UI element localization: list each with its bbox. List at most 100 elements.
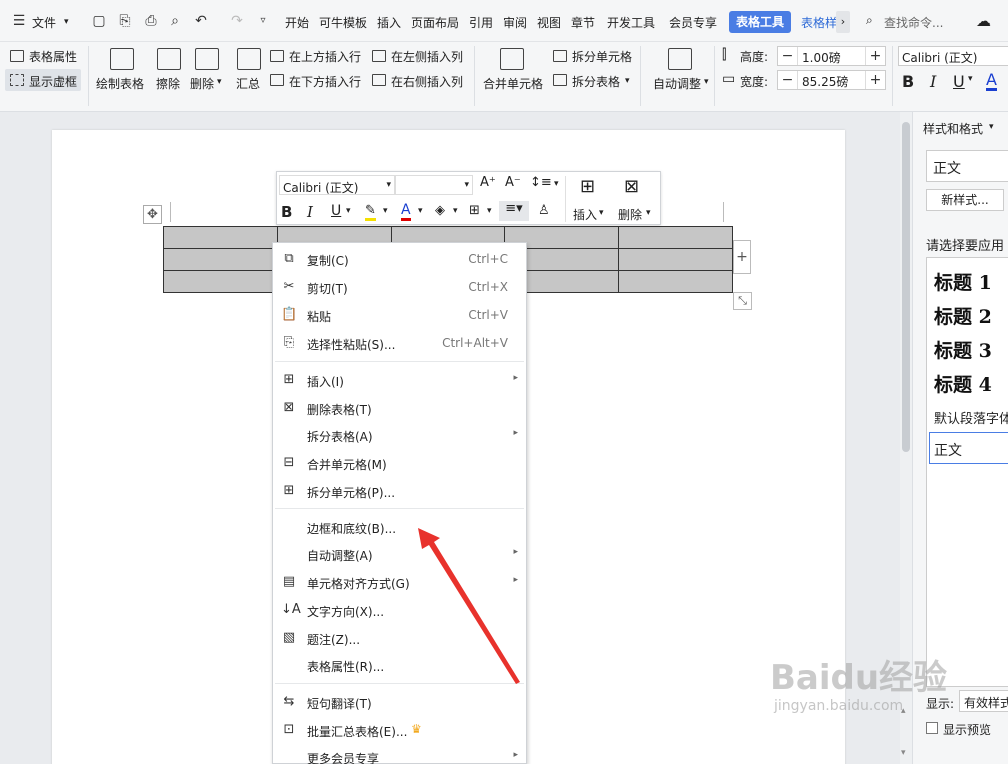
tab-review[interactable]: 审阅 — [503, 14, 527, 31]
menu-item-copy[interactable]: ⧉ 复制(C) Ctrl+C — [273, 245, 526, 273]
file-menu[interactable]: 文件 — [32, 14, 56, 31]
font-value[interactable]: Calibri (正文) — [902, 49, 977, 66]
insert-col-left-button[interactable]: 在左侧插入列 — [391, 48, 463, 65]
bold-button[interactable]: B — [902, 72, 914, 91]
chevron-down-icon[interactable]: ▾ — [625, 76, 630, 86]
menu-item-more-member[interactable]: 更多会员专享 ▸ — [273, 743, 526, 764]
minus-icon[interactable]: − — [778, 71, 798, 89]
style-default-font[interactable]: 默认段落字体 — [934, 408, 1008, 427]
insert-row-below-button[interactable]: 在下方插入行 — [289, 73, 361, 90]
print-preview-icon[interactable]: ⌕ — [166, 12, 184, 30]
mini-insert-button[interactable]: 插入 — [573, 206, 597, 223]
tab-home[interactable]: 开始 — [285, 14, 309, 31]
tab-layout[interactable]: 页面布局 — [411, 14, 459, 31]
chevron-right-icon[interactable]: › — [836, 11, 850, 33]
tab-developer[interactable]: 开发工具 — [607, 14, 655, 31]
chevron-down-icon[interactable]: ▾ — [453, 206, 458, 216]
chevron-down-icon[interactable]: ▾ — [346, 206, 351, 216]
search-command[interactable]: 查找命令... — [884, 14, 943, 31]
delete-button[interactable]: 删除 — [190, 75, 214, 92]
underline-icon[interactable]: U — [331, 203, 341, 219]
export-icon[interactable]: ⎘ — [116, 12, 134, 30]
chevron-down-icon[interactable]: ▾ — [554, 179, 559, 189]
insert-row-above-button[interactable]: 在上方插入行 — [289, 48, 361, 65]
height-stepper[interactable]: − 1.00磅 + — [777, 46, 886, 66]
mini-size-select[interactable]: ▾ — [395, 175, 473, 195]
chevron-down-icon[interactable]: ▾ — [989, 122, 994, 132]
tab-member[interactable]: 会员专享 — [669, 14, 717, 31]
menu-item-translate[interactable]: ⇆ 短句翻译(T) — [273, 688, 526, 716]
table-cell[interactable] — [163, 270, 278, 293]
tab-insert[interactable]: 插入 — [377, 14, 401, 31]
tab-section[interactable]: 章节 — [571, 14, 595, 31]
save-icon[interactable]: ▢ — [90, 12, 108, 30]
menu-item-split-cells[interactable]: ⊞ 拆分单元格(P)... — [273, 477, 526, 505]
style-heading-1[interactable]: 标题 1 — [934, 268, 992, 295]
chevron-down-icon[interactable]: ▾ — [464, 180, 469, 190]
table-cell[interactable] — [618, 248, 733, 271]
grow-font-icon[interactable]: A⁺ — [480, 175, 496, 190]
menu-item-delete-table[interactable]: ⊠ 删除表格(T) — [273, 394, 526, 422]
line-spacing-icon[interactable]: ↕≡ — [530, 175, 552, 190]
align-icon[interactable]: ≡▾ — [499, 201, 529, 221]
table-cell[interactable] — [163, 226, 278, 249]
delete-table-icon[interactable]: ⊠ — [624, 176, 639, 197]
underline-button[interactable]: U — [953, 72, 965, 91]
tab-table-style[interactable]: 表格样 — [801, 14, 837, 31]
shading-icon[interactable]: ◈ — [435, 203, 445, 218]
style-heading-4[interactable]: 标题 4 — [934, 370, 992, 397]
undo-icon[interactable]: ↶ — [192, 12, 210, 30]
chevron-down-icon[interactable]: ▾ — [386, 180, 391, 190]
table-props-button[interactable]: 表格属性 — [29, 48, 77, 65]
chevron-down-icon[interactable]: ▾ — [599, 208, 604, 218]
print-icon[interactable]: ⎙ — [142, 12, 160, 30]
menu-item-insert[interactable]: ⊞ 插入(I) ▸ — [273, 366, 526, 394]
table-cell[interactable] — [618, 226, 733, 249]
hamburger-icon[interactable]: ☰ — [10, 12, 28, 30]
format-painter-icon[interactable]: ♙ — [538, 203, 550, 218]
highlight-icon[interactable]: ✎ — [365, 203, 376, 221]
summary-button[interactable]: 汇总 — [236, 75, 260, 92]
font-color-icon[interactable]: A — [401, 203, 411, 221]
shrink-font-icon[interactable]: A⁻ — [505, 175, 521, 190]
italic-button[interactable]: I — [930, 72, 936, 91]
table-cell[interactable] — [163, 248, 278, 271]
redo-icon[interactable]: ↷ — [228, 12, 246, 30]
split-table-button[interactable]: 拆分表格 — [572, 73, 620, 90]
table-cell[interactable] — [618, 270, 733, 293]
chevron-down-icon[interactable]: ▾ — [901, 748, 906, 758]
mini-font-value[interactable]: Calibri (正文) — [283, 179, 358, 196]
menu-item-paste-special[interactable]: ⎘ 选择性粘贴(S)... Ctrl+Alt+V — [273, 329, 526, 357]
chevron-down-icon[interactable]: ▾ — [383, 206, 388, 216]
bold-icon[interactable]: B — [281, 203, 292, 221]
tab-template[interactable]: 可牛模板 — [319, 14, 367, 31]
chevron-down-icon[interactable]: ▾ — [968, 74, 973, 84]
mini-delete-button[interactable]: 删除 — [618, 206, 642, 223]
menu-item-paste[interactable]: 📋 粘贴 Ctrl+V — [273, 301, 526, 329]
chevron-down-icon[interactable]: ▾ — [217, 77, 222, 87]
menu-item-split-table[interactable]: 拆分表格(A) ▸ — [273, 421, 526, 449]
split-cells-button[interactable]: 拆分单元格 — [572, 48, 632, 65]
width-value[interactable]: 85.25磅 — [802, 73, 848, 90]
font-color-button[interactable]: A — [986, 72, 997, 91]
insert-col-right-button[interactable]: 在右侧插入列 — [391, 73, 463, 90]
plus-icon[interactable]: + — [865, 47, 885, 65]
chevron-down-icon[interactable]: ▾ — [487, 206, 492, 216]
new-style-button[interactable]: 新样式... — [926, 189, 1004, 211]
auto-fit-button[interactable]: 自动调整 — [653, 75, 701, 92]
customize-icon[interactable]: ▿ — [254, 12, 272, 30]
minus-icon[interactable]: − — [778, 47, 798, 65]
merge-cells-button[interactable]: 合并单元格 — [483, 75, 543, 92]
style-heading-3[interactable]: 标题 3 — [934, 336, 992, 363]
add-column-icon[interactable]: + — [733, 240, 751, 274]
tab-table-tools[interactable]: 表格工具 — [729, 11, 791, 33]
current-style-box[interactable]: 正文 — [926, 150, 1008, 182]
cloud-icon[interactable]: ☁ — [976, 12, 991, 30]
plus-icon[interactable]: + — [865, 71, 885, 89]
italic-icon[interactable]: I — [307, 203, 313, 221]
tab-references[interactable]: 引用 — [469, 14, 493, 31]
style-normal[interactable]: 正文 — [929, 432, 1008, 464]
chevron-down-icon[interactable]: ▾ — [704, 77, 709, 87]
draw-table-button[interactable]: 绘制表格 — [96, 75, 144, 92]
chevron-down-icon[interactable]: ▾ — [646, 208, 651, 218]
